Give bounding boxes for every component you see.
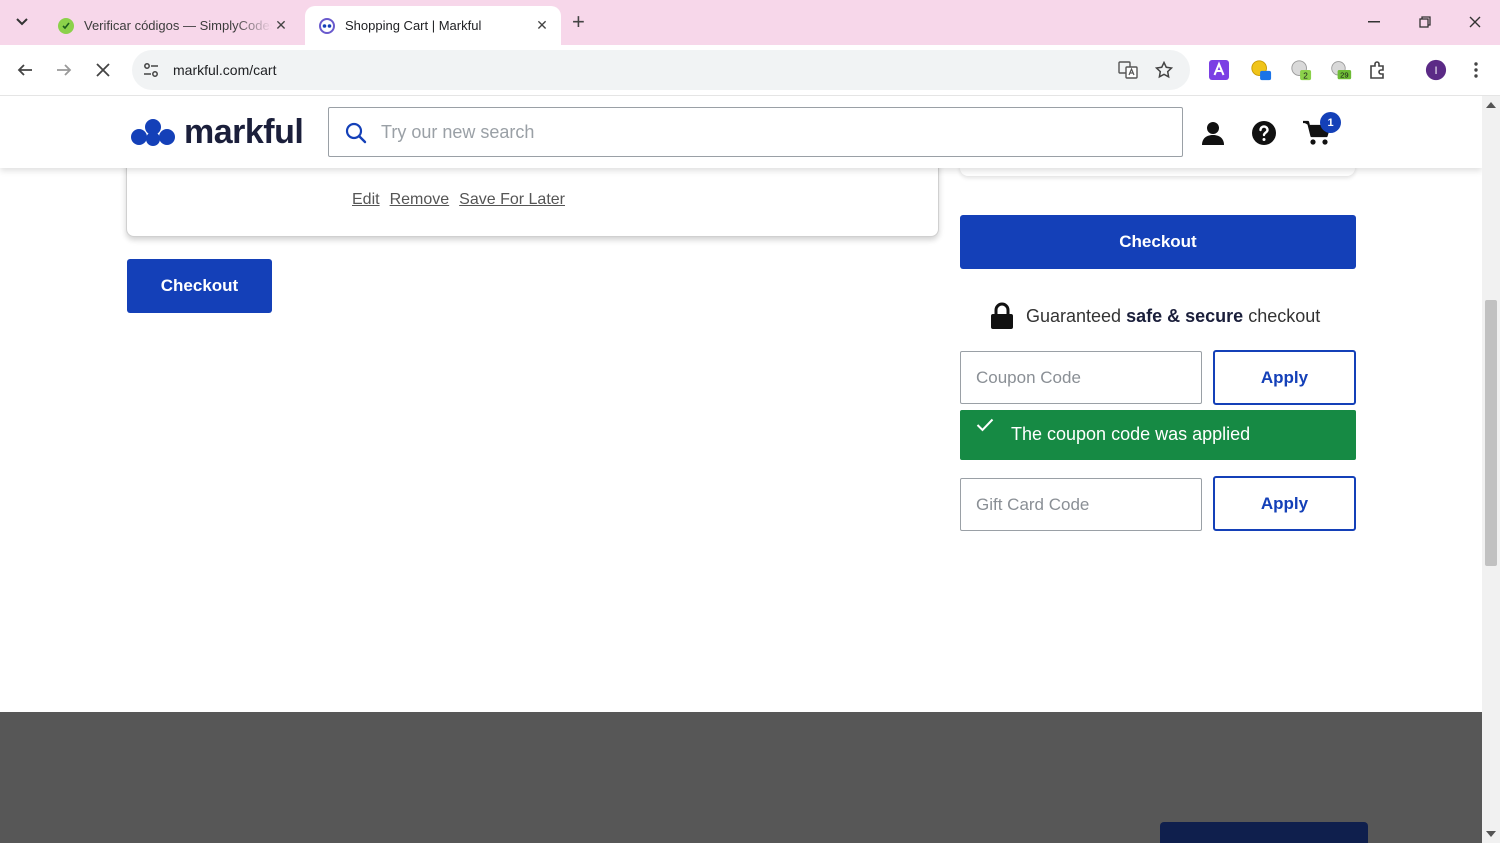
- secure-bold: safe & secure: [1126, 305, 1244, 326]
- profile-avatar-icon[interactable]: I: [1425, 59, 1447, 81]
- translate-icon[interactable]: [1118, 60, 1138, 80]
- svg-text:29: 29: [1340, 71, 1348, 80]
- secure-suffix: checkout: [1248, 305, 1321, 326]
- minimize-icon[interactable]: [1359, 11, 1389, 33]
- extension-badge-icon[interactable]: 2: [1290, 59, 1312, 81]
- site-header: markful 1: [0, 96, 1482, 168]
- back-arrow-icon[interactable]: [12, 57, 38, 83]
- stop-loading-icon[interactable]: [90, 57, 116, 83]
- svg-text:I: I: [1434, 65, 1437, 77]
- forward-arrow-icon[interactable]: [51, 57, 77, 83]
- scroll-thumb[interactable]: [1485, 300, 1497, 566]
- extension-coin-icon[interactable]: [1250, 59, 1272, 81]
- extensions-puzzle-icon[interactable]: [1367, 59, 1389, 81]
- remove-item-link[interactable]: Remove: [390, 191, 450, 209]
- chevron-down-icon: [16, 18, 28, 26]
- site-search[interactable]: [328, 107, 1183, 157]
- url-text[interactable]: markful.com/cart: [173, 62, 276, 78]
- summary-checkout-button[interactable]: Checkout: [960, 215, 1356, 269]
- tab-title: Shopping Cart | Markful: [345, 18, 482, 33]
- apply-gift-card-button[interactable]: Apply: [1213, 476, 1356, 531]
- tab-title: Verificar códigos — SimplyCodes: [84, 18, 272, 33]
- success-text: The coupon code was applied: [1011, 424, 1251, 444]
- close-window-icon[interactable]: [1460, 11, 1490, 33]
- account-icon[interactable]: [1198, 118, 1228, 148]
- gift-card-code-input[interactable]: [960, 478, 1202, 531]
- scroll-up-icon[interactable]: [1486, 102, 1496, 108]
- cart-item-actions: Edit Remove Save For Later: [352, 191, 565, 209]
- footer-button[interactable]: [1160, 822, 1368, 843]
- coupon-code-input[interactable]: [960, 351, 1202, 404]
- close-tab-icon[interactable]: ✕: [533, 17, 551, 35]
- secure-prefix: Guaranteed: [1026, 305, 1122, 326]
- tab-simplycodes[interactable]: Verificar códigos — SimplyCodes ✕: [44, 6, 300, 45]
- site-footer: [0, 712, 1482, 843]
- bookmark-star-icon[interactable]: [1154, 60, 1174, 80]
- checkmark-icon: [976, 418, 994, 432]
- coupon-success-message: The coupon code was applied: [960, 410, 1356, 460]
- checkout-button[interactable]: Checkout: [127, 259, 272, 313]
- tab-search-dropdown[interactable]: [8, 9, 36, 35]
- address-bar[interactable]: markful.com/cart: [132, 50, 1190, 90]
- extension-a-icon[interactable]: [1208, 59, 1230, 81]
- browser-toolbar: markful.com/cart 2 29 I: [0, 45, 1500, 96]
- tab-markful-cart[interactable]: Shopping Cart | Markful ✕: [305, 6, 561, 45]
- new-tab-icon[interactable]: +: [572, 11, 585, 33]
- site-info-icon[interactable]: [142, 61, 160, 79]
- restore-icon[interactable]: [1410, 11, 1440, 33]
- markful-logo-icon: [131, 119, 175, 146]
- scroll-down-icon[interactable]: [1486, 831, 1496, 837]
- markful-favicon-icon: [319, 17, 335, 34]
- browser-menu-icon[interactable]: [1465, 59, 1487, 81]
- close-tab-icon[interactable]: ✕: [272, 17, 290, 35]
- markful-logo[interactable]: markful: [130, 113, 304, 151]
- secure-checkout-note: Guaranteed safe & secure checkout: [990, 302, 1320, 330]
- browser-tab-bar: Verificar códigos — SimplyCodes ✕ Shoppi…: [0, 0, 1500, 45]
- search-input[interactable]: [381, 116, 1161, 148]
- search-icon[interactable]: [345, 122, 367, 144]
- page-viewport: markful 1 Edit Remove Save For Later Che…: [0, 96, 1482, 843]
- page-scrollbar[interactable]: [1482, 96, 1500, 843]
- simplycodes-favicon-icon: [58, 17, 74, 34]
- save-for-later-link[interactable]: Save For Later: [459, 191, 565, 209]
- lock-icon: [991, 302, 1013, 329]
- cart-count-badge: 1: [1320, 112, 1341, 133]
- help-icon[interactable]: [1249, 118, 1279, 148]
- extension-count-icon[interactable]: 29: [1330, 59, 1352, 81]
- edit-item-link[interactable]: Edit: [352, 191, 380, 209]
- svg-text:2: 2: [1303, 71, 1308, 80]
- apply-coupon-button[interactable]: Apply: [1213, 350, 1356, 405]
- logo-text: markful: [184, 113, 304, 151]
